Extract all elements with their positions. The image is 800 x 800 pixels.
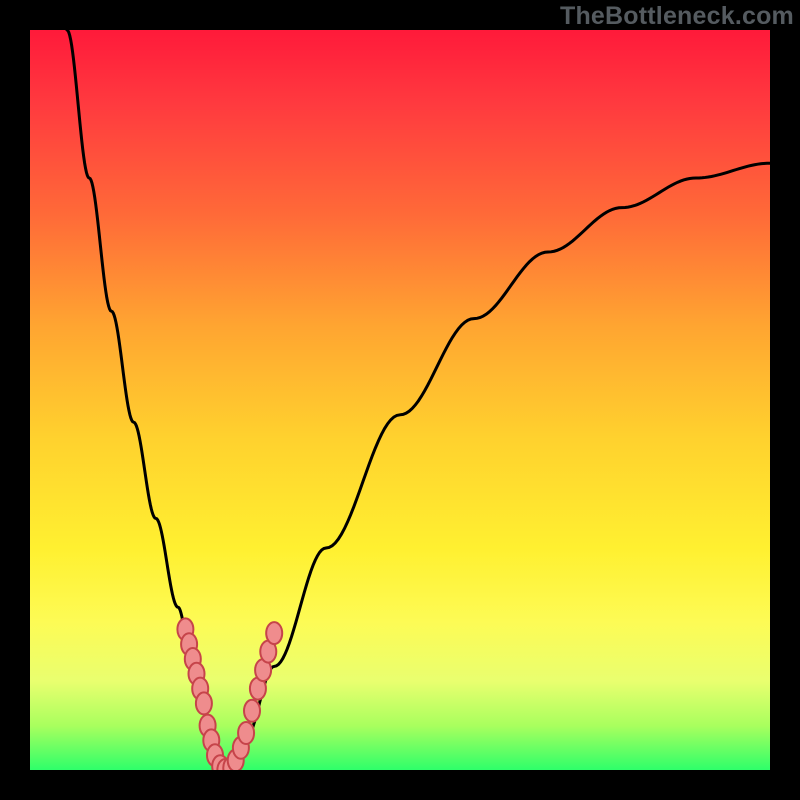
chart-frame: TheBottleneck.com: [0, 0, 800, 800]
curve-marker: [238, 722, 254, 744]
curve-marker: [266, 622, 282, 644]
curve-marker: [196, 692, 212, 714]
bottleneck-curve: [67, 30, 770, 770]
watermark-text: TheBottleneck.com: [560, 2, 794, 31]
curve-markers: [177, 618, 282, 770]
chart-svg: [30, 30, 770, 770]
curve-marker: [244, 700, 260, 722]
plot-area: [30, 30, 770, 770]
